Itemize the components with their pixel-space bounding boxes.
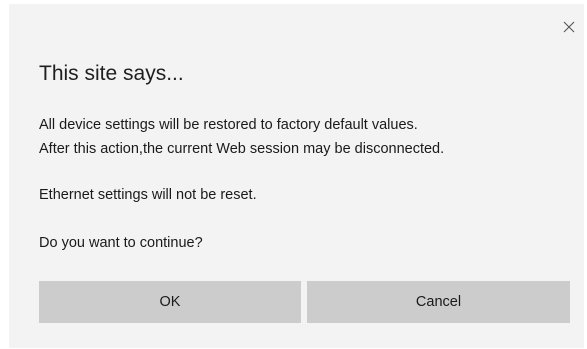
message-line-1: All device settings will be restored to … (39, 117, 418, 133)
message-line-3: Ethernet settings will not be reset. (39, 187, 257, 203)
cancel-button[interactable]: Cancel (307, 281, 570, 323)
ok-button[interactable]: OK (39, 281, 301, 323)
close-button[interactable] (560, 18, 578, 36)
confirm-question: Do you want to continue? (39, 235, 203, 251)
confirm-dialog: This site says... All device settings wi… (9, 4, 584, 348)
message-line-2: After this action,the current Web sessio… (39, 141, 445, 157)
close-icon (563, 21, 575, 33)
dialog-title: This site says... (39, 62, 184, 85)
